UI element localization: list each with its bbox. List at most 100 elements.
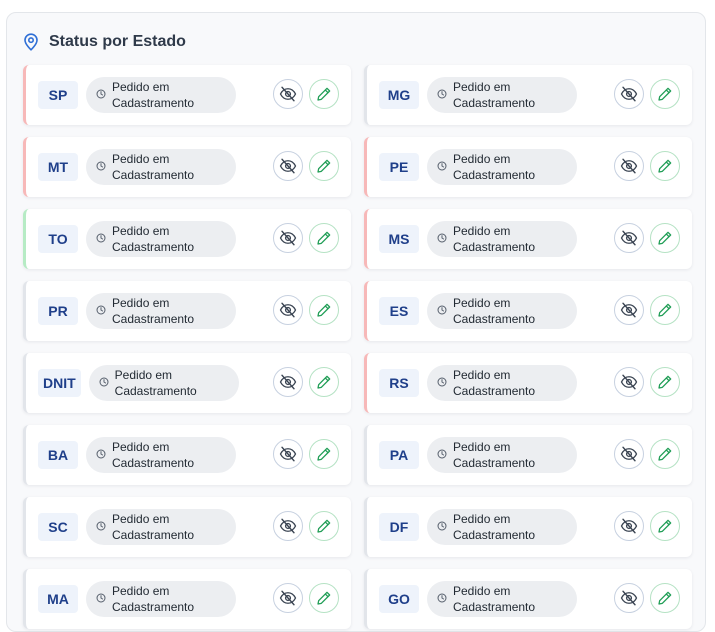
card-actions: [614, 223, 680, 253]
pencil-icon: [316, 374, 332, 390]
hide-button[interactable]: [273, 295, 303, 325]
card-actions: [614, 295, 680, 325]
pencil-icon: [657, 446, 673, 462]
edit-button[interactable]: [309, 295, 339, 325]
edit-button[interactable]: [650, 439, 680, 469]
status-text: Pedido em Cadastramento: [453, 512, 536, 542]
hide-button[interactable]: [273, 583, 303, 613]
edit-button[interactable]: [309, 367, 339, 397]
eye-off-icon: [620, 589, 638, 607]
map-pin-icon: [23, 33, 39, 51]
edit-button[interactable]: [650, 223, 680, 253]
status-badge: Pedido em Cadastramento: [86, 221, 236, 257]
eye-off-icon: [279, 301, 297, 319]
card-actions: [614, 511, 680, 541]
clock-icon: [96, 86, 106, 104]
state-card: DF Pedido em Cadastramento: [364, 497, 692, 557]
hide-button[interactable]: [273, 367, 303, 397]
pencil-icon: [316, 86, 332, 102]
eye-off-icon: [279, 157, 297, 175]
clock-icon: [437, 86, 447, 104]
hide-button[interactable]: [614, 367, 644, 397]
hide-button[interactable]: [273, 223, 303, 253]
hide-button[interactable]: [614, 79, 644, 109]
eye-off-icon: [620, 229, 638, 247]
hide-button[interactable]: [273, 79, 303, 109]
status-text: Pedido em Cadastramento: [114, 368, 197, 398]
status-text: Pedido em Cadastramento: [453, 584, 536, 614]
state-code: BA: [38, 441, 78, 469]
state-card: PR Pedido em Cadastramento: [23, 281, 351, 341]
clock-icon: [96, 590, 106, 608]
state-card: PE Pedido em Cadastramento: [364, 137, 692, 197]
state-code: MT: [38, 153, 78, 181]
edit-button[interactable]: [650, 151, 680, 181]
status-badge: Pedido em Cadastramento: [427, 149, 577, 185]
clock-icon: [437, 590, 447, 608]
hide-button[interactable]: [614, 439, 644, 469]
eye-off-icon: [620, 85, 638, 103]
card-actions: [273, 439, 339, 469]
state-code: DNIT: [38, 369, 81, 397]
status-badge: Pedido em Cadastramento: [427, 365, 577, 401]
state-card: SP Pedido em Cadastramento: [23, 65, 351, 125]
edit-button[interactable]: [309, 79, 339, 109]
pencil-icon: [657, 158, 673, 174]
hide-button[interactable]: [614, 583, 644, 613]
hide-button[interactable]: [614, 151, 644, 181]
card-actions: [273, 79, 339, 109]
pencil-icon: [316, 518, 332, 534]
eye-off-icon: [279, 85, 297, 103]
state-code: SC: [38, 513, 78, 541]
edit-button[interactable]: [650, 79, 680, 109]
card-actions: [273, 583, 339, 613]
eye-off-icon: [620, 517, 638, 535]
edit-button[interactable]: [650, 511, 680, 541]
edit-button[interactable]: [650, 367, 680, 397]
eye-off-icon: [620, 445, 638, 463]
edit-button[interactable]: [309, 439, 339, 469]
clock-icon: [96, 230, 106, 248]
pencil-icon: [657, 230, 673, 246]
state-code: ES: [379, 297, 419, 325]
status-text: Pedido em Cadastramento: [112, 440, 195, 470]
state-code: MS: [379, 225, 419, 253]
status-panel: Status por Estado SP Pedido em Cadastrame…: [6, 12, 706, 632]
status-badge: Pedido em Cadastramento: [427, 581, 577, 617]
status-badge: Pedido em Cadastramento: [86, 509, 236, 545]
status-text: Pedido em Cadastramento: [453, 440, 536, 470]
status-text: Pedido em Cadastramento: [453, 80, 536, 110]
hide-button[interactable]: [273, 511, 303, 541]
edit-button[interactable]: [309, 223, 339, 253]
hide-button[interactable]: [614, 295, 644, 325]
card-actions: [273, 511, 339, 541]
hide-button[interactable]: [273, 439, 303, 469]
card-actions: [614, 151, 680, 181]
clock-icon: [96, 302, 106, 320]
state-code: MG: [379, 81, 419, 109]
state-grid: SP Pedido em Cadastramento MG Pedido em Cad…: [23, 65, 693, 629]
edit-button[interactable]: [650, 583, 680, 613]
state-card: BA Pedido em Cadastramento: [23, 425, 351, 485]
eye-off-icon: [620, 373, 638, 391]
pencil-icon: [316, 446, 332, 462]
edit-button[interactable]: [309, 583, 339, 613]
edit-button[interactable]: [309, 511, 339, 541]
eye-off-icon: [279, 445, 297, 463]
pencil-icon: [657, 302, 673, 318]
state-card: ES Pedido em Cadastramento: [364, 281, 692, 341]
card-actions: [614, 367, 680, 397]
status-text: Pedido em Cadastramento: [112, 584, 195, 614]
card-actions: [273, 295, 339, 325]
edit-button[interactable]: [309, 151, 339, 181]
state-code: MA: [38, 585, 78, 613]
clock-icon: [437, 230, 447, 248]
status-text: Pedido em Cadastramento: [112, 512, 195, 542]
clock-icon: [96, 158, 106, 176]
hide-button[interactable]: [614, 511, 644, 541]
pencil-icon: [316, 302, 332, 318]
edit-button[interactable]: [650, 295, 680, 325]
hide-button[interactable]: [614, 223, 644, 253]
status-text: Pedido em Cadastramento: [453, 224, 536, 254]
hide-button[interactable]: [273, 151, 303, 181]
